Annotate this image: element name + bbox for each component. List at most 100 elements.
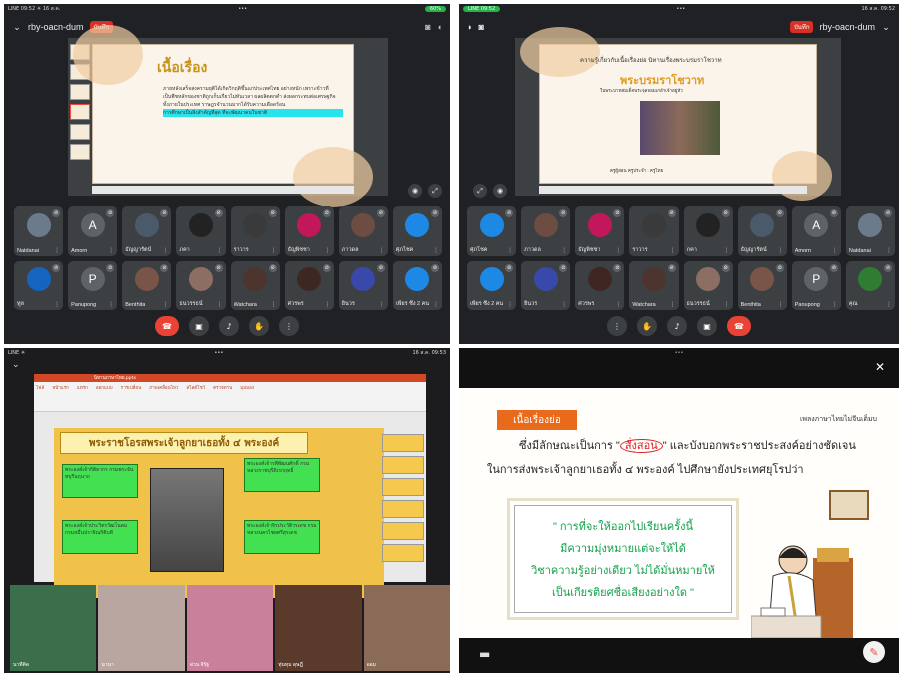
participant-tile[interactable]: Benthita ⊘ ⋮ <box>737 260 787 310</box>
participant-tile[interactable]: ศวรพร ⊘ ⋮ <box>284 260 334 310</box>
ribbon-tab[interactable]: หน้าแรก <box>52 384 69 391</box>
more-icon[interactable]: ⋮ <box>724 301 730 308</box>
more-icon[interactable]: ⋮ <box>217 247 223 254</box>
raise-hand-button[interactable]: ✋ <box>637 316 657 336</box>
more-icon[interactable]: ⋮ <box>724 247 730 254</box>
meeting-code[interactable]: rby-oacn-dum <box>28 22 84 32</box>
fullscreen-icon[interactable]: ⤢ <box>428 184 442 198</box>
participant-tile[interactable]: ธนวรรธน์ ⊘ ⋮ <box>176 260 226 310</box>
participant-tile[interactable]: ภคา ⊘ ⋮ <box>176 206 226 256</box>
participant-video[interactable]: นาทีคิด <box>10 585 97 671</box>
camera-off-button[interactable]: ▣ <box>697 316 717 336</box>
more-icon[interactable]: ⋮ <box>433 247 439 254</box>
participant-tile[interactable]: ธัญญารัตน์ ⊘ ⋮ <box>737 206 787 256</box>
more-options-button[interactable]: ⋮ <box>607 316 627 336</box>
end-call-button[interactable]: ☎ <box>155 316 179 336</box>
slide-thumbnail[interactable] <box>70 144 90 160</box>
participant-video[interactable]: ทุ่นทุม ดุษฎี <box>275 585 362 671</box>
participant-tile[interactable]: ภาวดล ⊘ ⋮ <box>521 206 571 256</box>
more-icon[interactable]: ⋮ <box>832 247 838 254</box>
camera-switch-icon[interactable]: ◙ <box>425 22 430 32</box>
slide-thumbnail[interactable] <box>70 124 90 140</box>
participant-tile[interactable]: ทูล ⊘ ⋮ <box>14 260 64 310</box>
pin-icon[interactable]: ◉ <box>408 184 422 198</box>
participant-tile[interactable]: ธัญพิชชา ⊘ ⋮ <box>575 206 625 256</box>
more-icon[interactable]: ⋮ <box>271 247 277 254</box>
more-icon[interactable]: ⋮ <box>886 301 892 308</box>
participant-tile[interactable]: P Panupong ⊘ ⋮ <box>791 260 841 310</box>
participant-tile[interactable]: ศุภโชค ⊘ ⋮ <box>392 206 442 256</box>
participant-tile[interactable]: ราวาร ⊘ ⋮ <box>629 206 679 256</box>
participant-tile[interactable]: A Amorn ⊘ ⋮ <box>791 206 841 256</box>
participant-tile[interactable]: ยินวร ⊘ ⋮ <box>521 260 571 310</box>
participant-video[interactable]: นานา <box>98 585 185 671</box>
participant-tile[interactable]: เพียร ซึ่ง 2 คน ⊘ ⋮ <box>467 260 517 310</box>
slide-thumbnail[interactable] <box>382 522 424 540</box>
more-icon[interactable]: ⋮ <box>162 301 168 308</box>
participant-tile[interactable]: ศุภโชค ⊘ ⋮ <box>467 206 517 256</box>
participant-tile[interactable]: Watchara ⊘ ⋮ <box>230 260 280 310</box>
ribbon-tab[interactable]: แทรก <box>77 384 88 391</box>
more-icon[interactable]: ⋮ <box>561 301 567 308</box>
more-icon[interactable]: ⋮ <box>162 247 168 254</box>
slide-thumbnail[interactable] <box>382 456 424 474</box>
camera-switch-icon[interactable]: ◙ <box>478 22 483 32</box>
pen-icon[interactable]: ✎ <box>863 641 885 663</box>
folder-icon[interactable]: ▬ <box>479 647 490 661</box>
participant-tile[interactable]: ธนวรรธน์ ⊘ ⋮ <box>683 260 733 310</box>
slide-thumbnail[interactable] <box>70 84 90 100</box>
raise-hand-button[interactable]: ✋ <box>249 316 269 336</box>
close-icon[interactable]: ✕ <box>875 360 885 374</box>
more-icon[interactable]: ⋮ <box>507 301 513 308</box>
chevron-down-icon[interactable]: ⌄ <box>12 22 22 33</box>
ribbon-tab[interactable]: การเปลี่ยน <box>121 384 142 391</box>
more-icon[interactable]: ⋮ <box>108 301 114 308</box>
participant-tile[interactable]: ภคา ⊘ ⋮ <box>683 206 733 256</box>
participant-tile[interactable]: Natdanai ⊘ ⋮ <box>845 206 895 256</box>
more-icon[interactable]: ⋮ <box>886 247 892 254</box>
participant-tile[interactable]: คุณ ⊘ ⋮ <box>845 260 895 310</box>
participant-tile[interactable]: ศวรพร ⊘ ⋮ <box>575 260 625 310</box>
more-icon[interactable]: ⋮ <box>778 247 784 254</box>
participant-video[interactable]: ออม <box>363 585 450 671</box>
meeting-code[interactable]: rby-oacn-dum <box>819 22 875 32</box>
ribbon-tab[interactable]: ภาพเคลื่อนไหว <box>149 384 178 391</box>
end-call-button[interactable]: ☎ <box>727 316 751 336</box>
chevron-down-icon[interactable]: ⌄ <box>881 22 891 33</box>
participant-tile[interactable]: ราวาร ⊘ ⋮ <box>230 206 280 256</box>
ribbon-tab[interactable]: ตรวจทาน <box>213 384 232 391</box>
more-icon[interactable]: ⋮ <box>54 247 60 254</box>
participant-tile[interactable]: ภาวดล ⊘ ⋮ <box>338 206 388 256</box>
participant-tile[interactable]: เพียร ซึ่ง 2 คน ⊘ ⋮ <box>392 260 442 310</box>
ribbon-tab[interactable]: ออกแบบ <box>96 384 113 391</box>
more-icon[interactable]: ⋮ <box>271 301 277 308</box>
fullscreen-icon[interactable]: ⤢ <box>473 184 487 198</box>
mic-off-button[interactable]: ♪ <box>219 316 239 336</box>
more-icon[interactable]: ⋮ <box>615 301 621 308</box>
more-icon[interactable]: ⋮ <box>325 301 331 308</box>
more-icon[interactable]: ⋮ <box>561 247 567 254</box>
slide-thumbnail[interactable] <box>382 478 424 496</box>
more-icon[interactable]: ⋮ <box>379 247 385 254</box>
participant-tile[interactable]: Benthita ⊘ ⋮ <box>122 260 172 310</box>
slide-thumbnail[interactable] <box>382 544 424 562</box>
slide-thumbnail[interactable] <box>382 434 424 452</box>
more-icon[interactable]: ⋮ <box>217 301 223 308</box>
slide-thumbnail-selected[interactable] <box>70 104 90 120</box>
mic-off-button[interactable]: ♪ <box>667 316 687 336</box>
more-icon[interactable]: ⋮ <box>54 301 60 308</box>
ribbon-tab[interactable]: ไฟล์ <box>36 384 44 391</box>
more-icon[interactable]: ⋮ <box>108 247 114 254</box>
more-icon[interactable]: ⋮ <box>325 247 331 254</box>
participant-tile[interactable]: P Panupong ⊘ ⋮ <box>68 260 118 310</box>
chevron-down-icon[interactable]: ⌄ <box>12 360 20 370</box>
participant-tile[interactable]: ธัญพิชชา ⊘ ⋮ <box>284 206 334 256</box>
more-options-button[interactable]: ⋮ <box>279 316 299 336</box>
participant-tile[interactable]: A Amorn ⊘ ⋮ <box>68 206 118 256</box>
ribbon-tab[interactable]: สไลด์โชว์ <box>186 384 205 391</box>
speaker-icon[interactable]: ◗ <box>467 22 472 32</box>
participant-video[interactable]: ด่วน จิรัฐ <box>186 585 274 671</box>
speaker-icon[interactable]: ◖ <box>437 22 442 32</box>
more-icon[interactable]: ⋮ <box>615 247 621 254</box>
camera-off-button[interactable]: ▣ <box>189 316 209 336</box>
